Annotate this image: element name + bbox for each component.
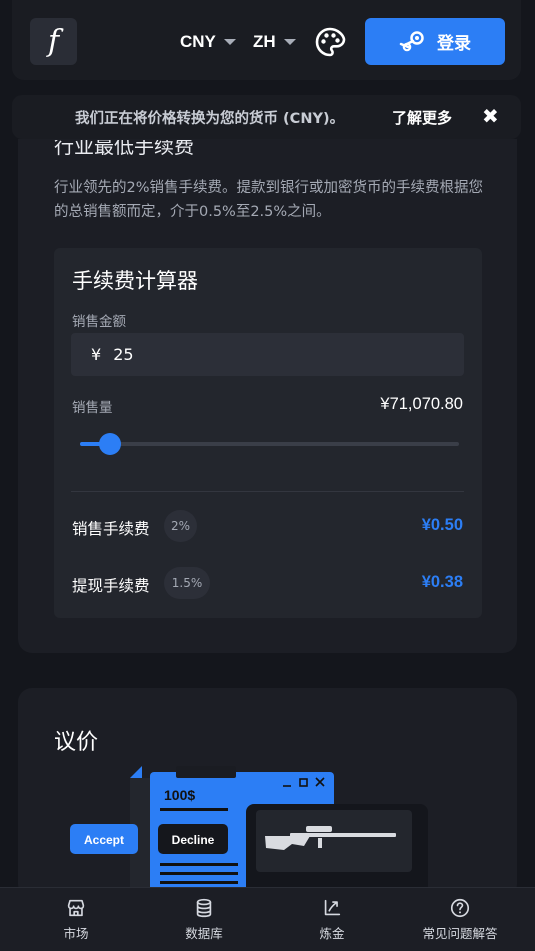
volume-label: 销售量 — [72, 400, 113, 416]
decline-button[interactable]: Decline — [172, 833, 215, 847]
palette-icon[interactable] — [314, 26, 346, 58]
banner-text: 我们正在将价格转换为您的货币 (CNY)。 — [75, 111, 345, 127]
fees-description: 行业领先的2%销售手续费。提款到银行或加密货币的手续费根据您的总销售额而定，介于… — [54, 180, 484, 220]
nav-label: 常见问题解答 — [422, 925, 498, 941]
calculator-title: 手续费计算器 — [72, 269, 198, 293]
close-icon[interactable]: ✖ — [482, 104, 499, 128]
login-button[interactable]: 登录 — [365, 18, 505, 65]
alchemy-icon — [324, 899, 341, 915]
amount-label: 销售金额 — [72, 314, 126, 330]
language-selector[interactable]: ZH — [253, 32, 296, 52]
currency-symbol: ¥ — [91, 345, 102, 364]
store-icon — [67, 899, 85, 916]
nav-label: 数据库 — [185, 925, 223, 941]
fee-calculator — [54, 248, 482, 618]
nav-item-alchemy[interactable]: 炼金 — [296, 887, 368, 951]
sale-fee-value: ¥0.50 — [421, 516, 463, 534]
offer-amount: 100$ — [164, 787, 195, 803]
language-label: ZH — [253, 32, 276, 51]
help-icon — [450, 898, 470, 917]
chevron-down-icon — [283, 39, 296, 45]
accept-button[interactable]: Accept — [84, 833, 124, 847]
nav-item-database[interactable]: 数据库 — [168, 887, 240, 951]
volume-value: ¥71,070.80 — [380, 395, 463, 413]
withdraw-fee-value: ¥0.38 — [421, 573, 463, 591]
withdraw-fee-label: 提现手续费 — [72, 577, 150, 595]
database-icon — [196, 898, 212, 917]
sale-fee-label: 销售手续费 — [72, 520, 150, 538]
volume-slider-track[interactable] — [80, 442, 459, 446]
logo-glyph: f — [47, 24, 60, 59]
amount-value: 25 — [113, 345, 134, 364]
sale-amount-input[interactable]: ¥ 25 — [71, 333, 464, 376]
divider — [71, 491, 464, 492]
site-logo[interactable]: f — [30, 18, 77, 65]
withdraw-fee-rate-badge: 1.5% — [164, 567, 210, 599]
sale-fee-rate-badge: 2% — [164, 510, 197, 542]
nav-label: 市场 — [63, 925, 89, 941]
login-label: 登录 — [437, 34, 471, 54]
steam-icon — [399, 30, 424, 51]
currency-label: CNY — [180, 32, 216, 51]
chevron-down-icon — [223, 39, 236, 45]
nav-item-faq[interactable]: 常见问题解答 — [414, 887, 506, 951]
currency-selector[interactable]: CNY — [180, 32, 236, 52]
nav-item-market[interactable]: 市场 — [40, 887, 112, 951]
learn-more-link[interactable]: 了解更多 — [392, 107, 452, 128]
negotiation-illustration: 100$ Decline Accept — [70, 766, 428, 900]
negotiation-title: 议价 — [54, 730, 99, 755]
nav-label: 炼金 — [319, 925, 345, 941]
